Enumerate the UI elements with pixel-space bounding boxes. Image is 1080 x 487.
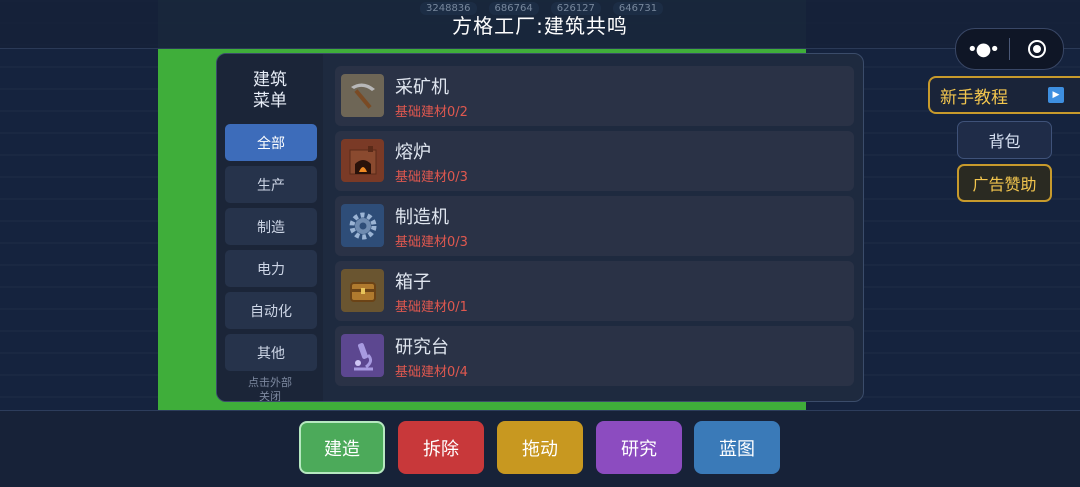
category-automation[interactable]: 自动化 [225,292,317,329]
building-cost: 基础建材0/3 [395,170,468,185]
category-manufacturing[interactable]: 制造 [225,208,317,245]
tutorial-label: 新手教程 [940,87,1008,108]
pickaxe-icon [341,74,384,117]
category-production[interactable]: 生产 [225,166,317,203]
mini-program-capsule: •●• [955,28,1064,70]
building-name: 制造机 [395,207,449,228]
building-name: 研究台 [395,337,449,358]
building-item-research[interactable]: 研究台 基础建材0/4 [335,326,854,386]
app-title: 方格工厂:建筑共鸣 [452,14,628,38]
building-cost: 基础建材0/2 [395,105,468,120]
furnace-icon [341,139,384,182]
building-cost: 基础建材0/1 [395,300,468,315]
building-item-miner[interactable]: 采矿机 基础建材0/2 [335,66,854,126]
blueprint-button[interactable]: 蓝图 [694,421,780,474]
menu-title: 建筑 菜单 [253,70,287,111]
building-cost: 基础建材0/3 [395,235,468,250]
chest-icon [341,269,384,312]
building-cost: 基础建材0/4 [395,365,468,380]
building-name: 箱子 [395,272,431,293]
microscope-icon [341,334,384,377]
building-name: 采矿机 [395,77,449,98]
build-menu-panel: 建筑 菜单 全部 生产 制造 电力 自动化 其他 点击外部 关闭 采矿机 基础建… [216,53,864,402]
build-button[interactable]: 建造 [299,421,385,474]
close-hint: 点击外部 关闭 [248,376,292,402]
research-button[interactable]: 研究 [596,421,682,474]
category-all[interactable]: 全部 [225,124,317,161]
building-name: 熔炉 [395,142,431,163]
building-item-assembler[interactable]: 制造机 基础建材0/3 [335,196,854,256]
more-dots-icon[interactable]: •●• [956,39,1009,60]
demolish-button[interactable]: 拆除 [398,421,484,474]
ad-sponsor-button[interactable]: 广告赞助 [957,164,1052,202]
bag-button[interactable]: 背包 [957,121,1052,159]
building-item-chest[interactable]: 箱子 基础建材0/1 [335,261,854,321]
category-other[interactable]: 其他 [225,334,317,371]
drag-button[interactable]: 拖动 [497,421,583,474]
building-item-furnace[interactable]: 熔炉 基础建材0/3 [335,131,854,191]
gear-icon [341,204,384,247]
category-power[interactable]: 电力 [225,250,317,287]
top-bar: 3248836 686764 626127 646731 方格工厂:建筑共鸣 [0,0,1080,49]
tutorial-button[interactable]: 新手教程 ▶ [928,76,1080,114]
target-circle-icon[interactable] [1010,40,1063,58]
play-icon: ▶ [1048,87,1064,103]
category-sidebar: 建筑 菜单 全部 生产 制造 电力 自动化 其他 点击外部 关闭 [217,54,323,401]
